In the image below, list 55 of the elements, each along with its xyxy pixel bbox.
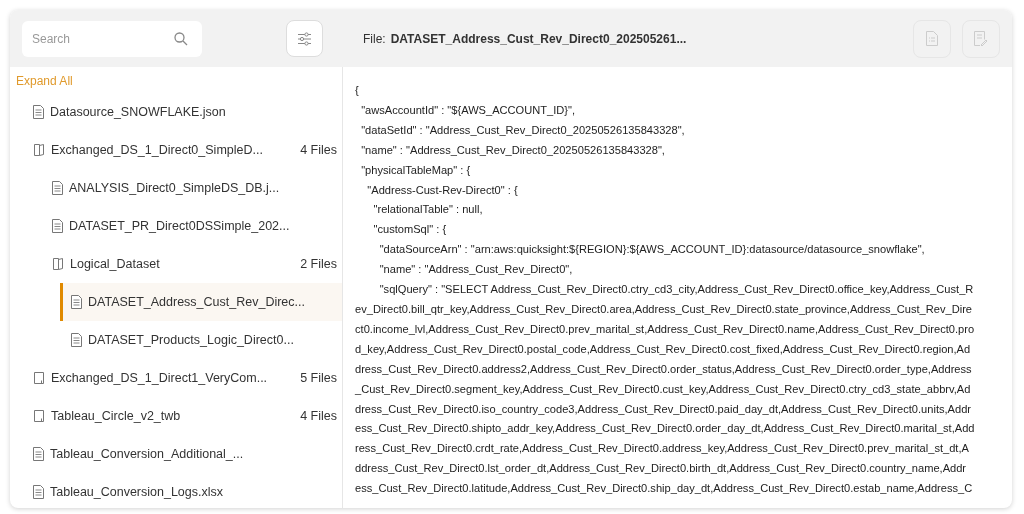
code-line: ct0.income_lvl,Address_Cust_Rev_Direct0.prev_marital_st,Address_Cust_Rev_Direct0.name,Address_Cust_Rev_Direct0.pro: [355, 321, 975, 337]
code-line: "awsAccountId" : "${AWS_ACCOUNT_ID}",: [360, 102, 576, 118]
file-count: 5 Files: [300, 371, 337, 385]
document-list-icon: [926, 31, 938, 46]
document-icon: [52, 219, 63, 233]
tree-item[interactable]: DATASET_Address_Cust_Rev_Direc...: [60, 283, 342, 321]
code-line: "dataSetId" : "Address_Cust_Rev_Direct0_20250526135843328",: [360, 122, 685, 138]
file-name: DATASET_Address_Cust_Rev_Direct0_202505261...: [390, 31, 687, 46]
document-icon: [33, 485, 44, 499]
book-icon: [52, 257, 64, 271]
code-line: _Cust_Rev_Direct0.segment_key,Address_Cust_Rev_Direct0.cust_key,Address_Cust_Rev_Direct0.ctry_cd3_state_abbrv,Ad: [355, 381, 971, 397]
code-line: dress_Cust_Rev_Direct0.address2,Address_Cust_Rev_Direct0.order_status,Address_Cust_Rev_Direct0.order_type,Address: [355, 361, 972, 377]
tree-item[interactable]: Tableau_Conversion_Logs.xlsx: [22, 473, 342, 508]
tree-item[interactable]: Tableau_Circle_v2_twb 4 Files: [22, 397, 342, 435]
document-icon: [71, 295, 82, 309]
search-icon: [174, 31, 188, 46]
code-line: "name" : "Address_Cust_Rev_Direct0_20250526135843328",: [360, 142, 665, 158]
sliders-icon: [297, 31, 312, 46]
code-line: d_key,Address_Cust_Rev_Direct0.postal_code,Address_Cust_Rev_Direct0.cost_fixed,Address_Cust_Rev_Direct0.region,Ad: [355, 341, 971, 357]
code-line: "relationalTable" : null,: [372, 202, 483, 218]
file-count: 2 Files: [300, 257, 337, 271]
code-line: ess_Cust_Rev_Direct0.latitude,Address_Cust_Rev_Direct0.ship_day_dt,Address_Cust_Rev_Direct0.estab_name,Address_C: [355, 481, 973, 497]
tree-item[interactable]: DATASET_Products_Logic_Direct0...: [60, 321, 342, 359]
code-line: dress_Cust_Rev_Direct0.iso_country_code3,Address_Cust_Rev_Direct0.paid_day_dt,Address_Cust_Rev_Direct0.units,Addr: [355, 401, 972, 417]
document-edit-icon: [974, 31, 988, 46]
code-line: "name" : "Address_Cust_Rev_Direct0",: [378, 262, 573, 278]
filter-button[interactable]: [286, 20, 323, 57]
file-count: 4 Files: [300, 409, 337, 423]
tree-item[interactable]: Logical_Dataset 2 Files: [41, 245, 342, 283]
code-line: "physicalTableMap" : {: [360, 162, 471, 178]
folder-icon: [33, 371, 45, 385]
tree-item[interactable]: Exchanged_DS_1_Direct0_SimpleD... 4 Files: [22, 131, 342, 169]
code-line: ev_Direct0.bill_qtr_key,Address_Cust_Rev_Direct0.area,Address_Cust_Rev_Direct0.state_province,Address_Cust_Rev_Dire: [355, 301, 973, 317]
code-line: "sqlQuery" : "SELECT Address_Cust_Rev_Direct0.ctry_cd3_city,Address_Cust_Rev_Direct0.office_key,Address_Cust_R: [378, 282, 974, 298]
tree-item[interactable]: Exchanged_DS_1_Direct1_VeryCom... 5 Files: [22, 359, 342, 397]
code-line: "Address-Cust-Rev-Direct0" : {: [366, 182, 518, 198]
document-icon: [33, 105, 44, 119]
folder-icon: [33, 409, 45, 423]
code-line: ddress_Cust_Rev_Direct0.lst_order_dt,Address_Cust_Rev_Direct0.birth_dt,Address_Cust_Rev_Direct0.country_name,Addr: [355, 461, 967, 477]
file-label: File:: [363, 31, 386, 46]
book-icon: [33, 143, 45, 157]
search-field[interactable]: Search: [22, 20, 202, 57]
document-icon: [33, 447, 44, 461]
tree-item[interactable]: Datasource_SNOWFLAKE.json: [22, 93, 342, 131]
document-icon: [71, 333, 82, 347]
code-line: ress_Cust_Rev_Direct0.crdt_rate,Address_Cust_Rev_Direct0.address_key,Address_Cust_Rev_Direct0.prev_marital_st_dt,A: [355, 441, 969, 457]
tree-item[interactable]: Tableau_Conversion_Additional_...: [22, 435, 342, 473]
document-icon: [52, 181, 63, 195]
tree-item[interactable]: ANALYSIS_Direct0_SimpleDS_DB.j...: [41, 169, 342, 207]
tree-item[interactable]: DATASET_PR_Direct0DSSimple_202...: [41, 207, 342, 245]
code-line: {: [355, 83, 359, 98]
file-count: 4 Files: [300, 143, 337, 157]
code-line: "customSql" : {: [372, 222, 447, 238]
code-line: "dataSourceArn" : "arn:aws:quicksight:${REGION}:${AWS_ACCOUNT_ID}:datasource/datasource_snowflake",: [378, 242, 925, 258]
code-line: ess_Cust_Rev_Direct0.shipto_addr_key,Address_Cust_Rev_Direct0.order_day_dt,Address_Cust_Rev_Direct0.marital_st,Add: [355, 421, 975, 437]
